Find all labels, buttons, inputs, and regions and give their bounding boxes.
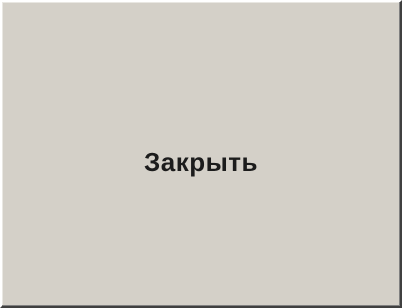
close-button[interactable]: Закрыть (0, 0, 402, 308)
close-button-label: Закрыть (143, 146, 259, 177)
button-panel: Закрыть (0, 0, 402, 308)
